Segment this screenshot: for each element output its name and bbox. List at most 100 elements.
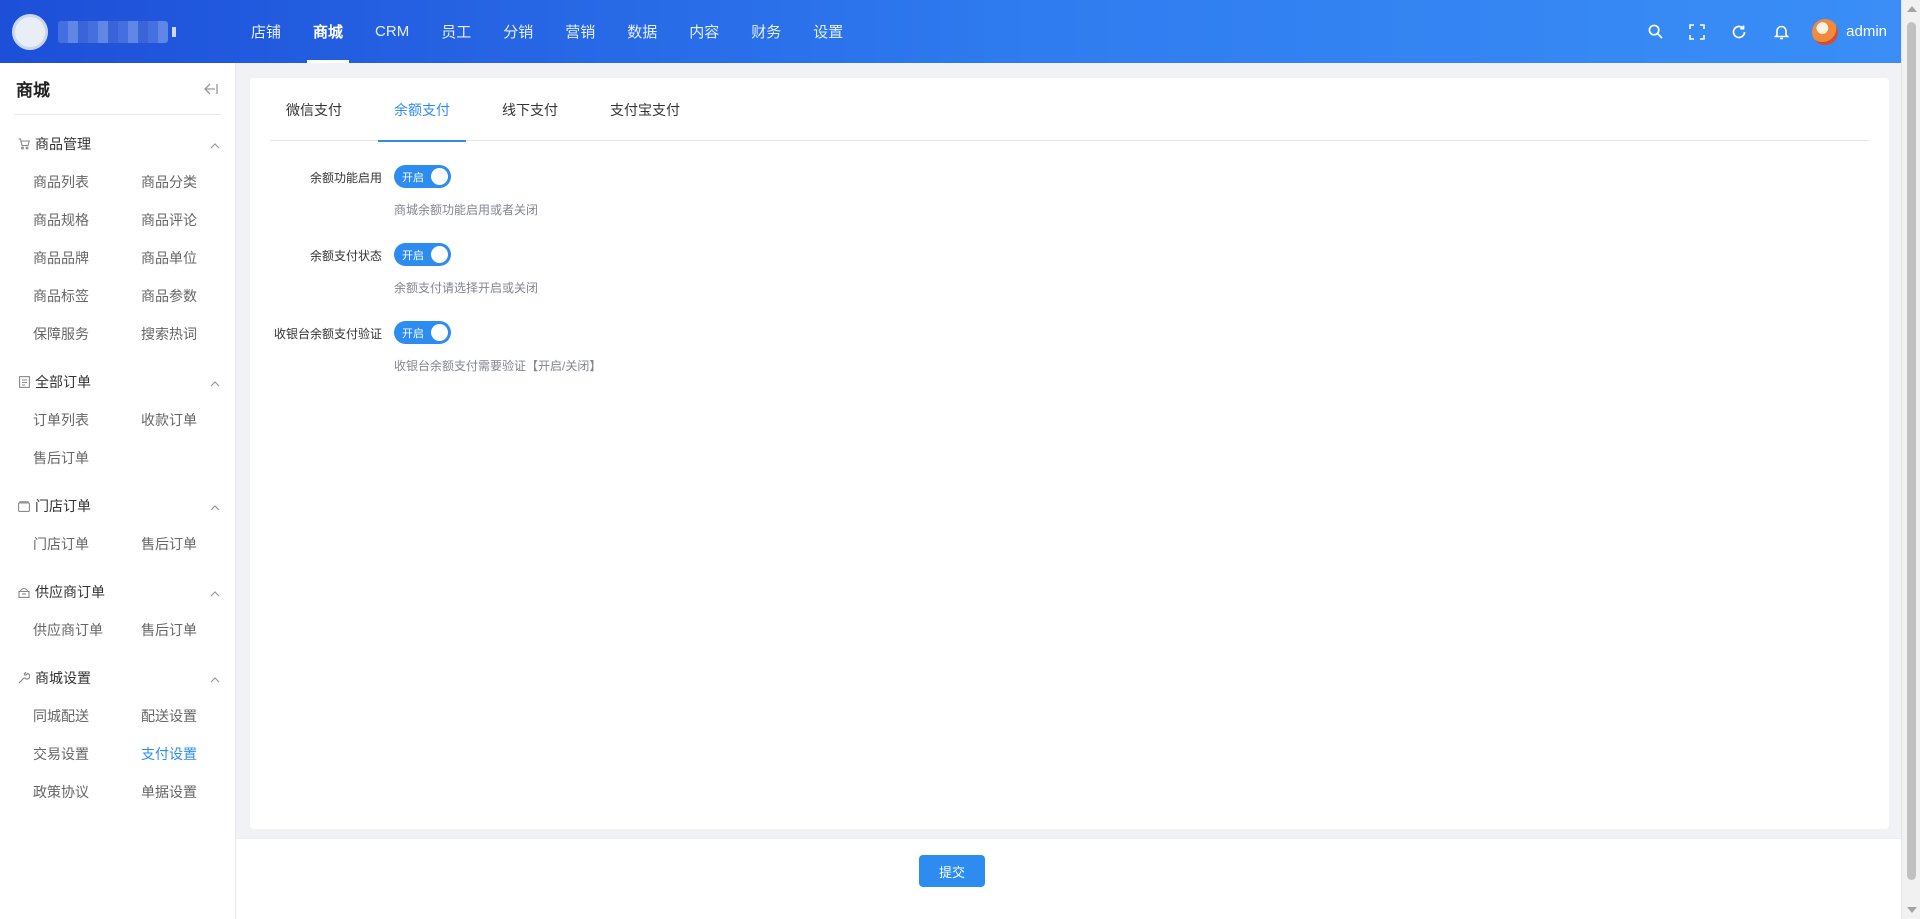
- field-label: 收银台余额支付验证: [273, 327, 382, 341]
- sidebar-item-supplier-after-sale[interactable]: 售后订单: [141, 611, 249, 649]
- sidebar-item-payment-orders[interactable]: 收款订单: [141, 401, 249, 439]
- document-icon: [17, 375, 31, 389]
- topnav-item-content[interactable]: 内容: [673, 0, 735, 63]
- avatar[interactable]: [1812, 18, 1839, 45]
- balance-enable-switch[interactable]: 开启: [394, 165, 451, 188]
- sidebar-group-label: 商城设置: [35, 670, 91, 686]
- topnav-item-mall[interactable]: 商城: [297, 0, 359, 63]
- topnav-item-store[interactable]: 店铺: [235, 0, 297, 63]
- payment-settings-card: 微信支付 余额支付 线下支付 支付宝支付 余额功能启用 开启 商城余额功能启用或…: [250, 78, 1889, 829]
- sidebar-group-head[interactable]: 商城设置: [0, 659, 236, 697]
- scroll-down-arrow-icon[interactable]: [1907, 907, 1917, 913]
- footer-bar: 提交: [236, 838, 1901, 919]
- chevron-up-icon[interactable]: [210, 136, 220, 152]
- sidebar: 商城 商品管理 商品列表 商品分类 商品规格 商品评论 商品品牌 商品单位 商品…: [0, 63, 236, 919]
- logo-separator: [172, 26, 176, 37]
- topnav-item-finance[interactable]: 财务: [735, 0, 797, 63]
- scroll-up-arrow-icon[interactable]: [1907, 6, 1917, 12]
- sidebar-item-store-orders[interactable]: 门店订单: [33, 525, 141, 563]
- sidebar-group-head[interactable]: 商品管理: [0, 125, 236, 163]
- sidebar-item-supplier-orders[interactable]: 供应商订单: [33, 611, 141, 649]
- field-tip: 余额支付请选择开启或关闭: [394, 281, 539, 295]
- switch-text: 开启: [402, 250, 424, 262]
- search-icon[interactable]: [1634, 11, 1676, 53]
- sidebar-item-guarantee[interactable]: 保障服务: [33, 315, 141, 353]
- fullscreen-icon[interactable]: [1676, 11, 1718, 53]
- sidebar-item-product-unit[interactable]: 商品单位: [141, 239, 249, 277]
- wrench-icon: [17, 671, 31, 685]
- sidebar-item-delivery-settings[interactable]: 配送设置: [141, 697, 249, 735]
- bell-icon[interactable]: [1760, 11, 1802, 53]
- tab-offline-pay[interactable]: 线下支付: [486, 78, 574, 141]
- sidebar-header: 商城: [14, 63, 221, 115]
- sidebar-item-order-list[interactable]: 订单列表: [33, 401, 141, 439]
- topnav-item-staff[interactable]: 员工: [425, 0, 487, 63]
- sidebar-group-head[interactable]: 门店订单: [0, 487, 236, 525]
- logo[interactable]: [0, 0, 235, 63]
- scrollbar-thumb[interactable]: [1907, 22, 1916, 880]
- sidebar-group-label: 商品管理: [35, 136, 91, 152]
- sidebar-item-product-param[interactable]: 商品参数: [141, 277, 249, 315]
- cart-icon: [17, 137, 31, 151]
- switch-text: 开启: [402, 172, 424, 184]
- topnav-item-marketing[interactable]: 营销: [549, 0, 611, 63]
- sidebar-item-hot-search[interactable]: 搜索热词: [141, 315, 249, 353]
- topnav-item-settings[interactable]: 设置: [797, 0, 859, 63]
- user-name[interactable]: admin: [1846, 23, 1887, 40]
- refresh-icon[interactable]: [1718, 11, 1760, 53]
- tab-alipay[interactable]: 支付宝支付: [594, 78, 696, 141]
- sidebar-group-head[interactable]: 供应商订单: [0, 573, 236, 611]
- cashier-verify-switch[interactable]: 开启: [394, 321, 451, 344]
- sidebar-group-label: 门店订单: [35, 498, 91, 514]
- switch-text: 开启: [402, 328, 424, 340]
- balance-pay-status-switch[interactable]: 开启: [394, 243, 451, 266]
- sidebar-item-receipt-settings[interactable]: 单据设置: [141, 773, 249, 811]
- chevron-up-icon[interactable]: [210, 374, 220, 390]
- sidebar-item-after-sale-orders[interactable]: 售后订单: [33, 439, 141, 477]
- top-nav: 店铺 商城 CRM 员工 分销 营销 数据 内容 财务 设置: [235, 0, 859, 63]
- sidebar-group-label: 全部订单: [35, 374, 91, 390]
- field-label: 余额功能启用: [309, 171, 382, 185]
- supplier-icon: [17, 585, 31, 599]
- store-icon: [17, 499, 31, 513]
- tab-balance-pay[interactable]: 余额支付: [378, 78, 466, 142]
- topnav-item-crm[interactable]: CRM: [359, 0, 425, 63]
- sidebar-group-supplier-orders: 供应商订单 供应商订单 售后订单: [0, 573, 236, 649]
- page-scrollbar[interactable]: [1901, 0, 1920, 919]
- sidebar-group-all-orders: 全部订单 订单列表 收款订单 售后订单: [0, 363, 236, 477]
- tab-wechat-pay[interactable]: 微信支付: [270, 78, 358, 141]
- field-tip: 收银台余额支付需要验证【开启/关闭】: [394, 359, 602, 373]
- sidebar-item-local-delivery[interactable]: 同城配送: [33, 697, 141, 735]
- field-label: 余额支付状态: [309, 249, 382, 263]
- logo-mark: [12, 13, 48, 50]
- sidebar-item-product-tag[interactable]: 商品标签: [33, 277, 141, 315]
- sidebar-group-product-management: 商品管理 商品列表 商品分类 商品规格 商品评论 商品品牌 商品单位 商品标签 …: [0, 125, 236, 353]
- sidebar-group-store-orders: 门店订单 门店订单 售后订单: [0, 487, 236, 563]
- sidebar-group-head[interactable]: 全部订单: [0, 363, 236, 401]
- sidebar-item-product-review[interactable]: 商品评论: [141, 201, 249, 239]
- topnav-item-distribution[interactable]: 分销: [487, 0, 549, 63]
- logo-text-blurred: [58, 20, 168, 43]
- chevron-up-icon[interactable]: [210, 498, 220, 514]
- sidebar-item-store-after-sale[interactable]: 售后订单: [141, 525, 249, 563]
- sidebar-item-policy-agreement[interactable]: 政策协议: [33, 773, 141, 811]
- sidebar-item-product-list[interactable]: 商品列表: [33, 163, 141, 201]
- sidebar-group-label: 供应商订单: [35, 584, 105, 600]
- sidebar-item-product-spec[interactable]: 商品规格: [33, 201, 141, 239]
- switch-knob: [431, 168, 448, 185]
- submit-button[interactable]: 提交: [919, 855, 985, 887]
- chevron-up-icon[interactable]: [210, 670, 220, 686]
- field-tip: 商城余额功能启用或者关闭: [394, 203, 539, 217]
- collapse-sidebar-icon[interactable]: [201, 79, 221, 99]
- sidebar-item-trade-settings[interactable]: 交易设置: [33, 735, 141, 773]
- sidebar-item-payment-settings[interactable]: 支付设置: [141, 735, 249, 773]
- header-actions: admin: [1634, 11, 1901, 53]
- topnav-item-data[interactable]: 数据: [611, 0, 673, 63]
- sidebar-item-product-category[interactable]: 商品分类: [141, 163, 249, 201]
- top-header: 店铺 商城 CRM 员工 分销 营销 数据 内容 财务 设置 admin: [0, 0, 1901, 63]
- chevron-up-icon[interactable]: [210, 584, 220, 600]
- switch-knob: [431, 324, 448, 341]
- sidebar-title: 商城: [16, 81, 50, 100]
- payment-tabs: 微信支付 余额支付 线下支付 支付宝支付: [270, 78, 1869, 142]
- sidebar-item-product-brand[interactable]: 商品品牌: [33, 239, 141, 277]
